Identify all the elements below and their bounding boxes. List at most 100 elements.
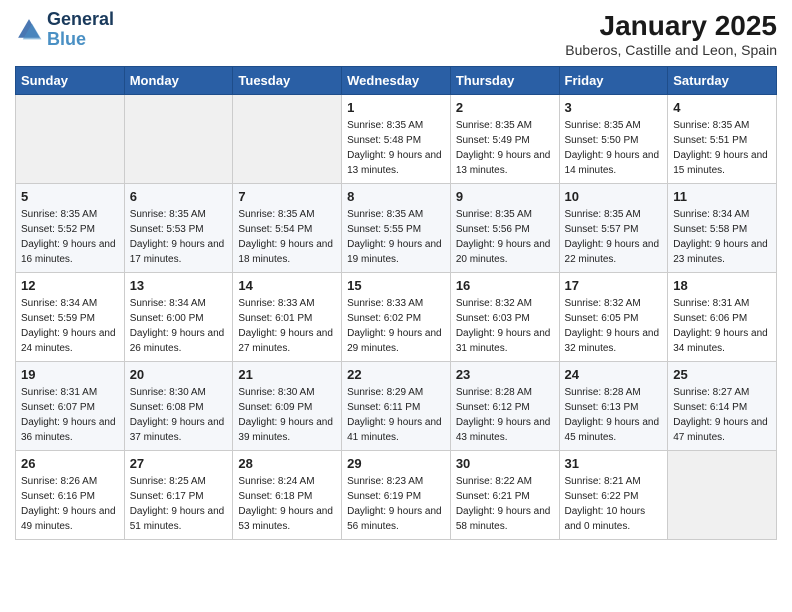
day-number: 17 bbox=[565, 278, 663, 293]
day-cell: 11 Sunrise: 8:34 AMSunset: 5:58 PMDayligh… bbox=[668, 184, 777, 273]
logo-line2: Blue bbox=[47, 29, 86, 49]
page: General Blue January 2025 Buberos, Casti… bbox=[0, 0, 792, 555]
logo-icon bbox=[15, 16, 43, 44]
day-number: 24 bbox=[565, 367, 663, 382]
day-number: 18 bbox=[673, 278, 771, 293]
day-number: 3 bbox=[565, 100, 663, 115]
day-cell: 23 Sunrise: 8:28 AMSunset: 6:12 PMDayligh… bbox=[450, 362, 559, 451]
day-number: 20 bbox=[130, 367, 228, 382]
day-info: Sunrise: 8:21 AMSunset: 6:22 PMDaylight:… bbox=[565, 474, 663, 534]
day-info: Sunrise: 8:24 AMSunset: 6:18 PMDaylight:… bbox=[238, 474, 336, 534]
day-cell: 6 Sunrise: 8:35 AMSunset: 5:53 PMDaylight… bbox=[124, 184, 233, 273]
day-number: 11 bbox=[673, 189, 771, 204]
day-number: 9 bbox=[456, 189, 554, 204]
day-info: Sunrise: 8:29 AMSunset: 6:11 PMDaylight:… bbox=[347, 385, 445, 445]
day-cell: 8 Sunrise: 8:35 AMSunset: 5:55 PMDaylight… bbox=[342, 184, 451, 273]
day-cell: 25 Sunrise: 8:27 AMSunset: 6:14 PMDayligh… bbox=[668, 362, 777, 451]
day-info: Sunrise: 8:33 AMSunset: 6:02 PMDaylight:… bbox=[347, 296, 445, 356]
weekday-wednesday: Wednesday bbox=[342, 67, 451, 95]
day-cell: 31 Sunrise: 8:21 AMSunset: 6:22 PMDayligh… bbox=[559, 451, 668, 540]
logo: General Blue bbox=[15, 10, 114, 50]
day-number: 22 bbox=[347, 367, 445, 382]
day-info: Sunrise: 8:28 AMSunset: 6:12 PMDaylight:… bbox=[456, 385, 554, 445]
day-cell bbox=[668, 451, 777, 540]
weekday-friday: Friday bbox=[559, 67, 668, 95]
day-info: Sunrise: 8:35 AMSunset: 5:55 PMDaylight:… bbox=[347, 207, 445, 267]
day-cell: 27 Sunrise: 8:25 AMSunset: 6:17 PMDayligh… bbox=[124, 451, 233, 540]
week-row-1: 1Sunrise: 8:35 AMSunset: 5:48 PMDaylight… bbox=[16, 95, 777, 184]
day-number: 7 bbox=[238, 189, 336, 204]
day-info: Sunrise: 8:35 AMSunset: 5:54 PMDaylight:… bbox=[238, 207, 336, 267]
day-info: Sunrise: 8:23 AMSunset: 6:19 PMDaylight:… bbox=[347, 474, 445, 534]
day-info: Sunrise: 8:32 AMSunset: 6:05 PMDaylight:… bbox=[565, 296, 663, 356]
day-cell: 13 Sunrise: 8:34 AMSunset: 6:00 PMDayligh… bbox=[124, 273, 233, 362]
day-cell bbox=[124, 95, 233, 184]
day-number: 4 bbox=[673, 100, 771, 115]
day-info: Sunrise: 8:35 AMSunset: 5:49 PMDaylight:… bbox=[456, 118, 554, 178]
day-info: Sunrise: 8:35 AMSunset: 5:56 PMDaylight:… bbox=[456, 207, 554, 267]
day-number: 31 bbox=[565, 456, 663, 471]
day-info: Sunrise: 8:22 AMSunset: 6:21 PMDaylight:… bbox=[456, 474, 554, 534]
weekday-tuesday: Tuesday bbox=[233, 67, 342, 95]
day-info: Sunrise: 8:27 AMSunset: 6:14 PMDaylight:… bbox=[673, 385, 771, 445]
day-cell: 10Sunrise: 8:35 AMSunset: 5:57 PMDayligh… bbox=[559, 184, 668, 273]
day-cell: 15 Sunrise: 8:33 AMSunset: 6:02 PMDayligh… bbox=[342, 273, 451, 362]
day-info: Sunrise: 8:31 AMSunset: 6:07 PMDaylight:… bbox=[21, 385, 119, 445]
day-cell: 12 Sunrise: 8:34 AMSunset: 5:59 PMDayligh… bbox=[16, 273, 125, 362]
weekday-saturday: Saturday bbox=[668, 67, 777, 95]
day-info: Sunrise: 8:34 AMSunset: 5:58 PMDaylight:… bbox=[673, 207, 771, 267]
logo-text: General Blue bbox=[47, 10, 114, 50]
day-cell: 9 Sunrise: 8:35 AMSunset: 5:56 PMDaylight… bbox=[450, 184, 559, 273]
day-number: 28 bbox=[238, 456, 336, 471]
day-number: 13 bbox=[130, 278, 228, 293]
day-info: Sunrise: 8:32 AMSunset: 6:03 PMDaylight:… bbox=[456, 296, 554, 356]
week-row-3: 12 Sunrise: 8:34 AMSunset: 5:59 PMDayligh… bbox=[16, 273, 777, 362]
day-info: Sunrise: 8:34 AMSunset: 5:59 PMDaylight:… bbox=[21, 296, 119, 356]
day-cell: 3 Sunrise: 8:35 AMSunset: 5:50 PMDaylight… bbox=[559, 95, 668, 184]
day-cell: 16Sunrise: 8:32 AMSunset: 6:03 PMDayligh… bbox=[450, 273, 559, 362]
week-row-2: 5 Sunrise: 8:35 AMSunset: 5:52 PMDaylight… bbox=[16, 184, 777, 273]
week-row-4: 19 Sunrise: 8:31 AMSunset: 6:07 PMDayligh… bbox=[16, 362, 777, 451]
day-info: Sunrise: 8:34 AMSunset: 6:00 PMDaylight:… bbox=[130, 296, 228, 356]
day-number: 5 bbox=[21, 189, 119, 204]
day-number: 23 bbox=[456, 367, 554, 382]
day-number: 10 bbox=[565, 189, 663, 204]
day-cell: 29Sunrise: 8:23 AMSunset: 6:19 PMDayligh… bbox=[342, 451, 451, 540]
day-cell bbox=[233, 95, 342, 184]
day-cell: 22 Sunrise: 8:29 AMSunset: 6:11 PMDayligh… bbox=[342, 362, 451, 451]
day-info: Sunrise: 8:28 AMSunset: 6:13 PMDaylight:… bbox=[565, 385, 663, 445]
weekday-thursday: Thursday bbox=[450, 67, 559, 95]
day-number: 19 bbox=[21, 367, 119, 382]
day-info: Sunrise: 8:35 AMSunset: 5:53 PMDaylight:… bbox=[130, 207, 228, 267]
day-cell: 21Sunrise: 8:30 AMSunset: 6:09 PMDayligh… bbox=[233, 362, 342, 451]
day-info: Sunrise: 8:35 AMSunset: 5:51 PMDaylight:… bbox=[673, 118, 771, 178]
day-number: 30 bbox=[456, 456, 554, 471]
day-number: 2 bbox=[456, 100, 554, 115]
day-cell: 5 Sunrise: 8:35 AMSunset: 5:52 PMDaylight… bbox=[16, 184, 125, 273]
day-number: 14 bbox=[238, 278, 336, 293]
day-info: Sunrise: 8:35 AMSunset: 5:52 PMDaylight:… bbox=[21, 207, 119, 267]
day-number: 27 bbox=[130, 456, 228, 471]
day-cell: 17 Sunrise: 8:32 AMSunset: 6:05 PMDayligh… bbox=[559, 273, 668, 362]
day-number: 6 bbox=[130, 189, 228, 204]
day-cell: 24 Sunrise: 8:28 AMSunset: 6:13 PMDayligh… bbox=[559, 362, 668, 451]
day-info: Sunrise: 8:30 AMSunset: 6:08 PMDaylight:… bbox=[130, 385, 228, 445]
weekday-monday: Monday bbox=[124, 67, 233, 95]
day-number: 12 bbox=[21, 278, 119, 293]
day-number: 15 bbox=[347, 278, 445, 293]
day-cell: 30 Sunrise: 8:22 AMSunset: 6:21 PMDayligh… bbox=[450, 451, 559, 540]
day-number: 8 bbox=[347, 189, 445, 204]
day-info: Sunrise: 8:26 AMSunset: 6:16 PMDaylight:… bbox=[21, 474, 119, 534]
day-cell: 18Sunrise: 8:31 AMSunset: 6:06 PMDayligh… bbox=[668, 273, 777, 362]
day-cell: 26 Sunrise: 8:26 AMSunset: 6:16 PMDayligh… bbox=[16, 451, 125, 540]
day-info: Sunrise: 8:35 AMSunset: 5:50 PMDaylight:… bbox=[565, 118, 663, 178]
day-number: 26 bbox=[21, 456, 119, 471]
month-title: January 2025 bbox=[565, 10, 777, 42]
day-cell: 20 Sunrise: 8:30 AMSunset: 6:08 PMDayligh… bbox=[124, 362, 233, 451]
day-info: Sunrise: 8:25 AMSunset: 6:17 PMDaylight:… bbox=[130, 474, 228, 534]
day-cell: 28 Sunrise: 8:24 AMSunset: 6:18 PMDayligh… bbox=[233, 451, 342, 540]
day-cell: 4 Sunrise: 8:35 AMSunset: 5:51 PMDaylight… bbox=[668, 95, 777, 184]
title-block: January 2025 Buberos, Castille and Leon,… bbox=[565, 10, 777, 58]
day-number: 25 bbox=[673, 367, 771, 382]
day-cell: 7 Sunrise: 8:35 AMSunset: 5:54 PMDaylight… bbox=[233, 184, 342, 273]
